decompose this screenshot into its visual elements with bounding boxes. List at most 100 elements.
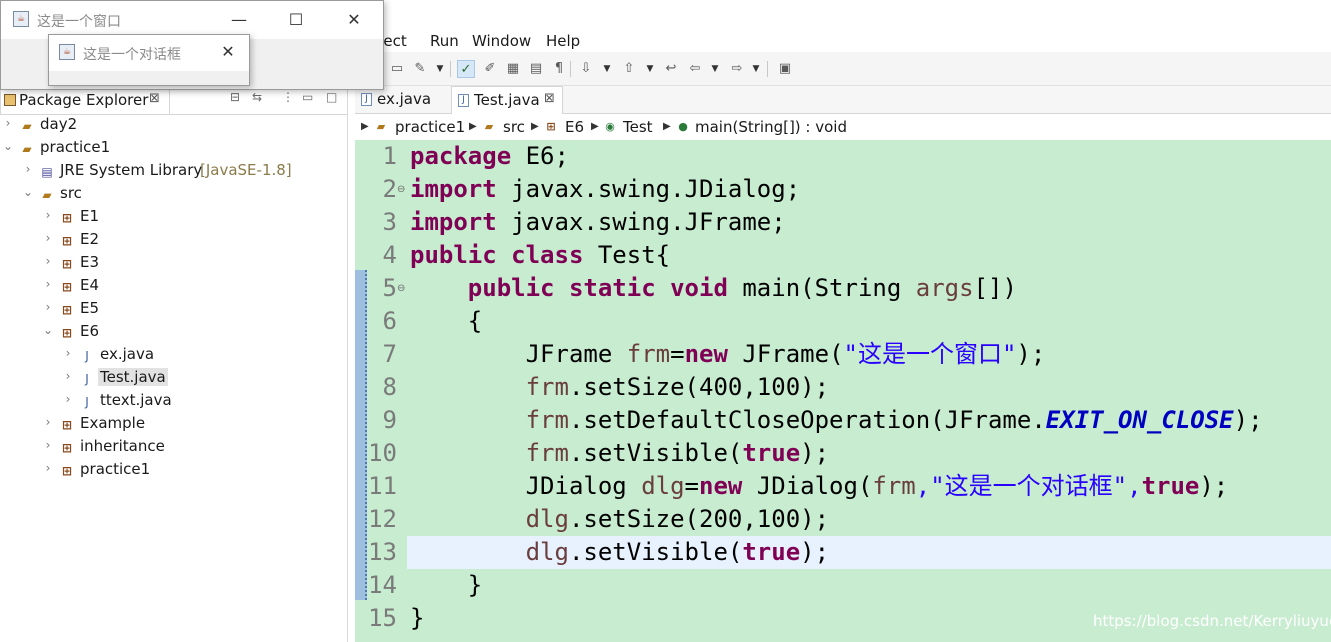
chevron-down-icon[interactable]: ▼	[646, 60, 654, 78]
show-whitespace-icon[interactable]: ▤	[527, 60, 545, 78]
chevron-right-icon[interactable]: ›	[22, 162, 34, 176]
jdialog-window[interactable]: ☕ 这是一个对话框 ✕	[48, 34, 250, 86]
open-folder-icon[interactable]: ▭	[388, 60, 406, 78]
chevron-right-icon[interactable]: ›	[42, 277, 54, 291]
forward-arrow-icon[interactable]: ⇨	[728, 60, 746, 78]
back-arrow-icon[interactable]: ⇦	[686, 60, 704, 78]
close-button[interactable]: ✕	[342, 8, 366, 32]
breadcrumb-method[interactable]: main(String[]) : void	[695, 118, 847, 136]
variable: dlg	[641, 472, 685, 500]
chevron-down-icon[interactable]: ▼	[711, 60, 719, 78]
tree-item-e5[interactable]: › ⊞ E5	[0, 299, 347, 321]
tree-item-example[interactable]: › ⊞ Example	[0, 414, 347, 436]
tree-item-day2[interactable]: › ▰ day2	[0, 115, 347, 137]
chevron-right-icon[interactable]: ›	[42, 231, 54, 245]
highlight-pen-icon[interactable]: ✐	[481, 60, 499, 78]
fold-toggle-icon[interactable]: ⊖	[397, 173, 407, 206]
chevron-down-icon[interactable]: ⌄	[42, 323, 54, 337]
minimize-button[interactable]: —	[227, 8, 251, 32]
chevron-right-icon[interactable]: ›	[42, 208, 54, 222]
close-button[interactable]: ✕	[216, 40, 240, 64]
keyword: public	[410, 241, 497, 269]
tree-item-label: practice1	[40, 138, 111, 156]
tree-item-jre-library[interactable]: › ▤ JRE System Library [JavaSE-1.8]	[0, 161, 347, 183]
previous-annotation-icon[interactable]: ⇧	[620, 60, 638, 78]
keyword: public	[467, 274, 555, 302]
chevron-down-icon[interactable]: ▼	[436, 60, 444, 78]
chevron-right-icon[interactable]: ›	[62, 392, 74, 406]
chevron-right-icon[interactable]: ›	[42, 254, 54, 268]
tree-item-e2[interactable]: › ⊞ E2	[0, 230, 347, 252]
open-task-icon[interactable]: ▣	[776, 60, 794, 78]
close-icon[interactable]: ⊠	[544, 91, 555, 106]
method-icon: ●	[678, 120, 688, 133]
chevron-down-icon[interactable]: ⌄	[2, 139, 14, 153]
chevron-down-icon[interactable]: ⌄	[22, 185, 34, 199]
tree-item-practice1-package[interactable]: › ⊞ practice1	[0, 460, 347, 482]
code-text: =	[670, 340, 685, 368]
chevron-right-icon[interactable]: ›	[2, 116, 14, 130]
chevron-right-icon[interactable]: ›	[42, 438, 54, 452]
maximize-button[interactable]: ☐	[284, 8, 308, 32]
tree-item-e4[interactable]: › ⊞ E4	[0, 276, 347, 298]
chevron-right-icon[interactable]: ›	[42, 461, 54, 475]
tab-package-explorer[interactable]: Package Explorer ⊠	[0, 86, 170, 114]
collapse-all-icon[interactable]: ⊟	[230, 90, 240, 104]
tab-test-java[interactable]: J Test.java ⊠	[451, 86, 563, 114]
tree-item-label: day2	[40, 115, 78, 133]
breadcrumb-package[interactable]: E6	[565, 118, 584, 136]
maximize-icon[interactable]: □	[326, 90, 337, 104]
breadcrumb-src[interactable]: src	[503, 118, 525, 136]
variable: frm	[525, 373, 569, 401]
tree-item-decoration: [JavaSE-1.8]	[200, 161, 292, 179]
close-icon[interactable]: ⊠	[149, 91, 160, 106]
project-tree: › ▰ day2 ⌄ ▰ practice1 › ▤ JRE System Li…	[0, 114, 347, 478]
chevron-right-icon[interactable]: ›	[42, 300, 54, 314]
variable: args	[915, 274, 974, 302]
package-explorer-label: Package Explorer	[19, 91, 149, 109]
pilcrow-icon[interactable]: ¶	[550, 60, 568, 78]
tree-item-e6[interactable]: ⌄ ⊞ E6	[0, 322, 347, 344]
dialog-title: 这是一个对话框	[83, 47, 181, 63]
keyword: void	[670, 274, 728, 302]
tree-item-practice1-project[interactable]: ⌄ ▰ practice1	[0, 138, 347, 160]
menu-help[interactable]: Help	[546, 32, 580, 50]
menu-run[interactable]: Run	[430, 32, 459, 50]
java-app-icon: ☕	[59, 44, 75, 60]
next-annotation-icon[interactable]: ⇩	[577, 60, 595, 78]
chevron-right-icon[interactable]: ›	[62, 346, 74, 360]
tree-item-test-java[interactable]: › J Test.java	[0, 368, 347, 390]
tree-item-label: E6	[80, 322, 100, 340]
chevron-down-icon[interactable]: ▼	[752, 60, 760, 78]
toggle-mark-occurrences-icon[interactable]: ✓	[457, 60, 475, 78]
block-selection-icon[interactable]: ▦	[504, 60, 522, 78]
java-app-icon: ☕	[13, 11, 29, 27]
dialog-title-bar[interactable]: ☕ 这是一个对话框 ✕	[49, 35, 249, 71]
code-line-11: JDialog dlg=new JDialog(frm,"这是一个对话框",tr…	[410, 470, 1229, 503]
view-menu-icon[interactable]: ⋮	[282, 90, 294, 104]
breadcrumb-class[interactable]: Test	[623, 118, 653, 136]
code-line-4: public class Test{	[410, 239, 670, 272]
tree-item-src[interactable]: ⌄ ▰ src	[0, 184, 347, 206]
tab-ex-java[interactable]: J ex.java	[355, 86, 447, 114]
fold-toggle-icon[interactable]: ⊖	[397, 272, 407, 305]
chevron-right-icon[interactable]: ›	[42, 415, 54, 429]
breadcrumb-project[interactable]: practice1	[395, 118, 465, 136]
tree-item-ttext-java[interactable]: › J ttext.java	[0, 391, 347, 413]
code-line-13: dlg.setVisible(true);	[410, 536, 829, 569]
chevron-right-icon[interactable]: ›	[62, 369, 74, 383]
tree-item-e3[interactable]: › ⊞ E3	[0, 253, 347, 275]
code-editor[interactable]: 1 2 3 4 5 6 7 8 9 10 11 12 13 14 15 ⊖ ⊖ …	[355, 140, 1331, 642]
tree-item-e1[interactable]: › ⊞ E1	[0, 207, 347, 229]
code-text: .setVisible(	[568, 538, 743, 566]
last-edit-location-icon[interactable]: ↩	[662, 60, 680, 78]
pencil-icon[interactable]: ✎	[411, 60, 429, 78]
chevron-down-icon[interactable]: ▼	[603, 60, 611, 78]
link-with-editor-icon[interactable]: ⇆	[252, 90, 262, 104]
tree-item-ex-java[interactable]: › J ex.java	[0, 345, 347, 367]
minimize-icon[interactable]: ▭	[302, 90, 313, 104]
tree-item-inheritance[interactable]: › ⊞ inheritance	[0, 437, 347, 459]
menu-window[interactable]: Window	[472, 32, 531, 50]
